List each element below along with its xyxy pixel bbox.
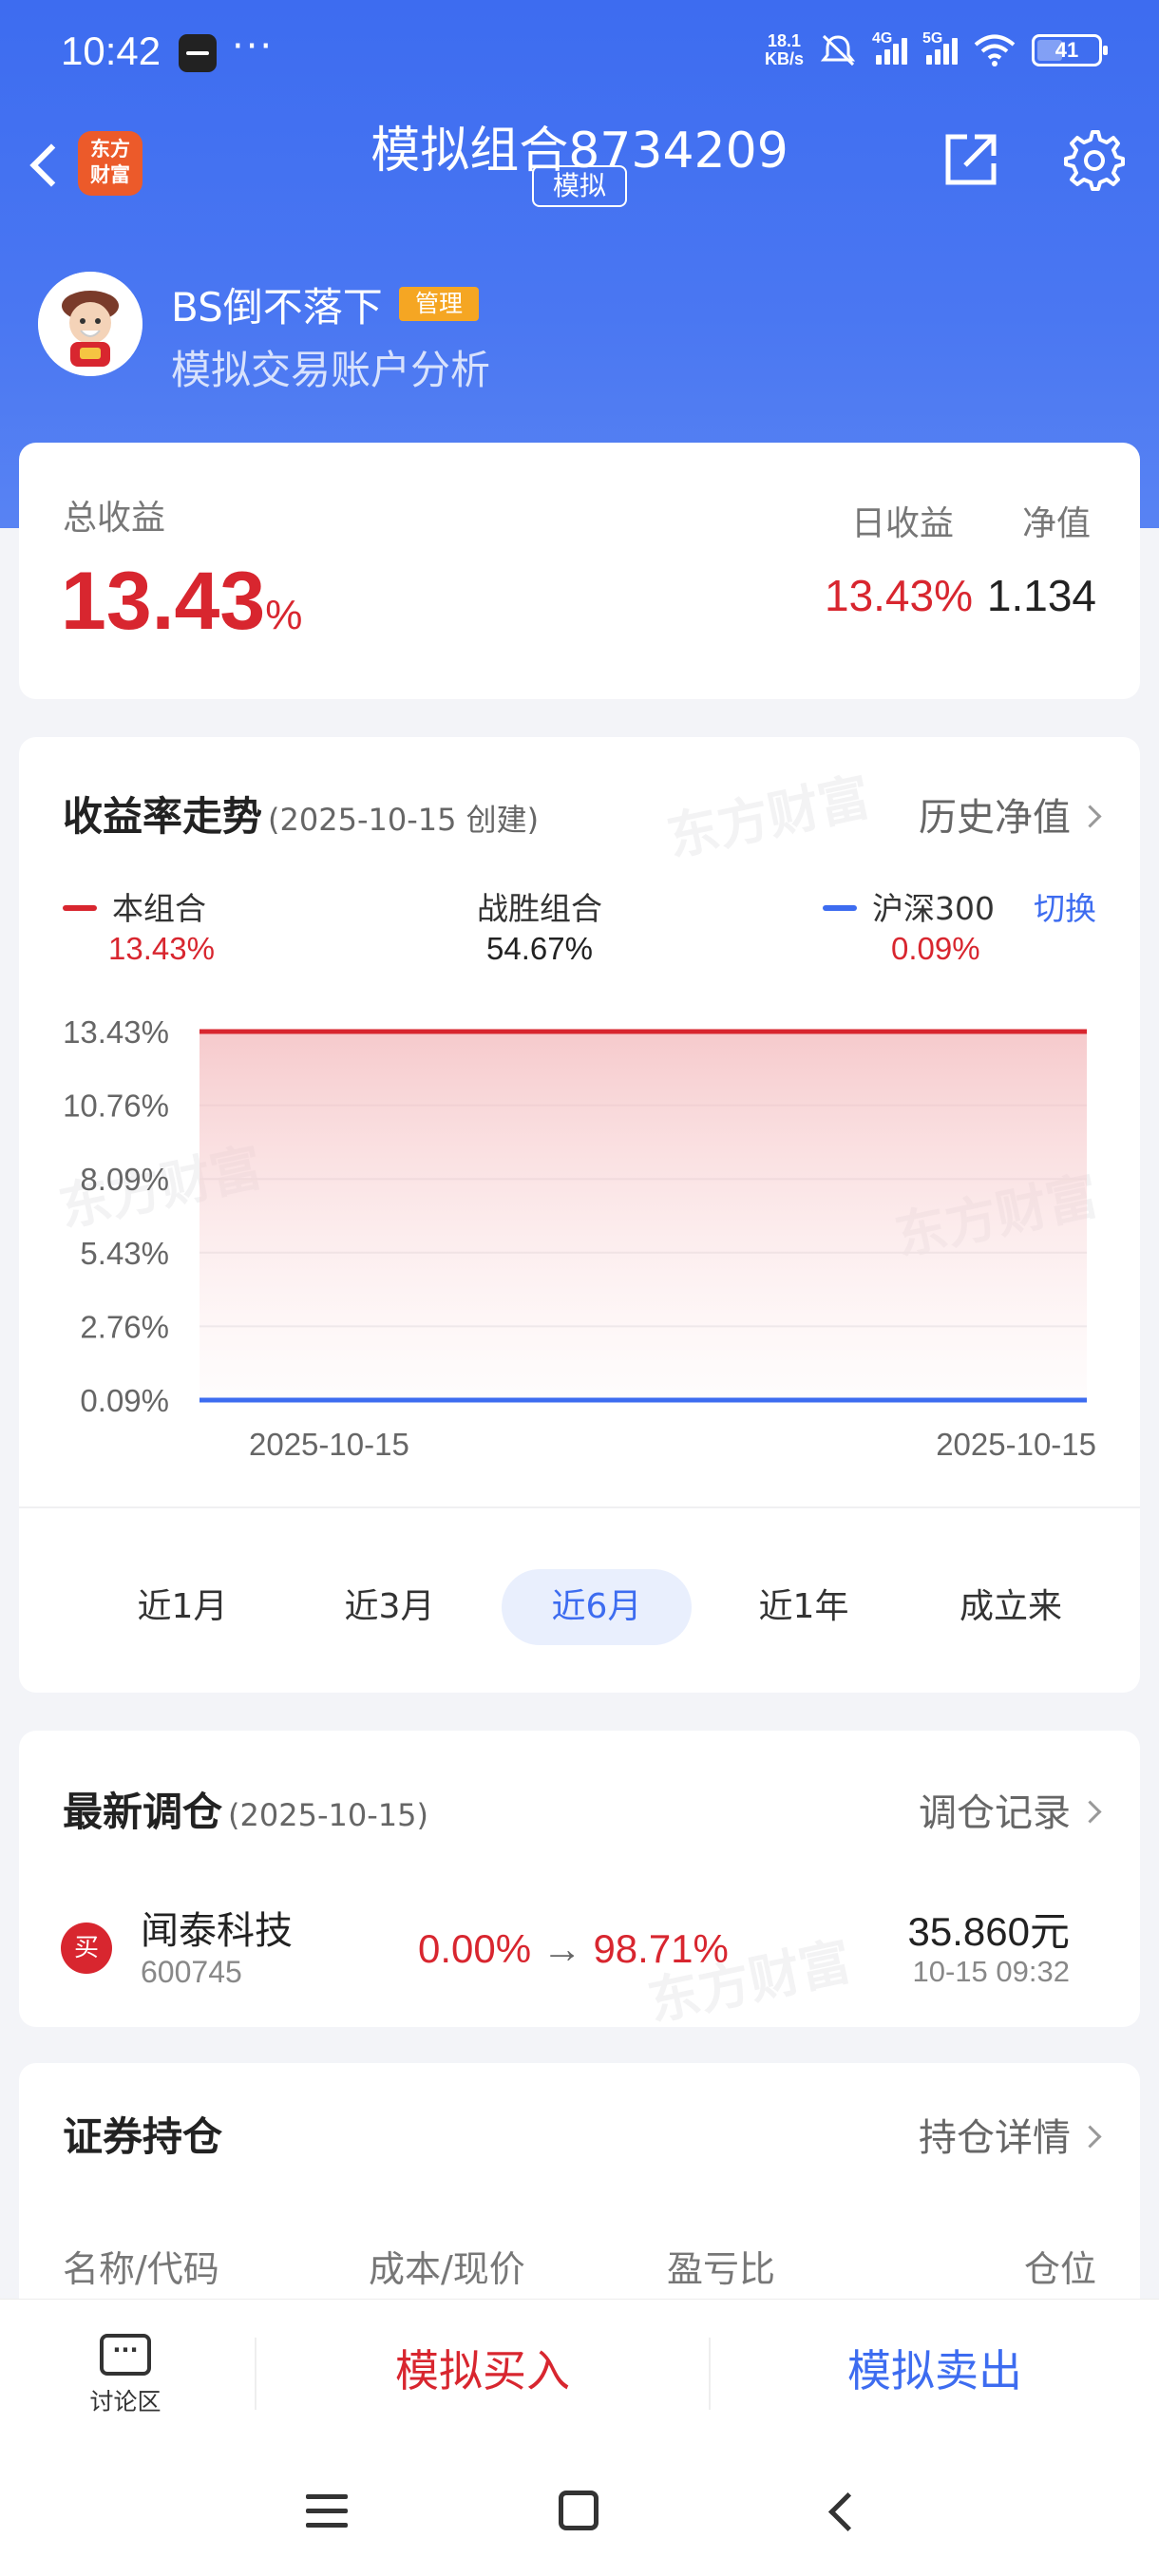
x-tick-label: 2025-10-15 xyxy=(936,1427,1096,1462)
column-cost-price: 成本/现价 xyxy=(369,2248,525,2290)
nav-bar: 东方 财富 模拟组合8734209 模拟 xyxy=(0,110,1159,234)
trend-title: 收益率走势 (2025-10-15 创建) xyxy=(63,793,540,840)
return-trend-card: 东方财富 东方财富 东方财富 收益率走势(2025-10-15 创建) 历史净值… xyxy=(19,737,1140,1693)
wifi-icon xyxy=(974,34,1016,66)
column-name-code: 名称/代码 xyxy=(63,2248,219,2290)
tab-6-months[interactable]: 近6月 xyxy=(502,1569,692,1645)
position-change: 0.00% → 98.71% xyxy=(418,1926,729,1971)
x-tick-label: 2025-10-15 xyxy=(249,1427,409,1462)
net-speed: 18.1 KB/s xyxy=(764,31,804,68)
rebalance-title: 最新调仓 (2025-10-15) xyxy=(63,1789,428,1835)
simulated-buy-button[interactable]: 模拟买入 xyxy=(256,2300,709,2442)
holdings-card: 证券持仓 持仓详情 名称/代码 成本/现价 盈亏比 仓位 xyxy=(19,2063,1140,2310)
system-nav-bar xyxy=(0,2441,1159,2576)
tab-3-months[interactable]: 近3月 xyxy=(294,1569,484,1645)
back-icon[interactable] xyxy=(823,2494,857,2529)
discussion-button[interactable]: 讨论区 xyxy=(59,2334,192,2429)
trend-created-date: (2025-10-15 创建) xyxy=(268,802,540,838)
y-tick-label: 2.76% xyxy=(80,1309,169,1344)
holdings-detail-link[interactable]: 持仓详情 xyxy=(919,2107,1098,2162)
battery-icon: 41 xyxy=(1032,34,1108,66)
trade-time: 10-15 09:32 xyxy=(912,1955,1070,1988)
admin-badge: 管理 xyxy=(399,287,479,321)
y-tick-label: 13.43% xyxy=(63,1014,169,1050)
summary-card: 总收益 13.43% 日收益 净值 13.43% 1.134 xyxy=(19,443,1140,699)
total-return-value: 13.43% xyxy=(61,556,303,647)
simulation-tag: 模拟 xyxy=(532,165,627,207)
user-subtitle: 模拟交易账户分析 xyxy=(171,347,491,393)
trade-row[interactable]: 买 闻泰科技 600745 0.00% → 98.71% 35.860元 10-… xyxy=(19,1890,1140,2004)
watermark: 东方财富 xyxy=(661,767,876,868)
portfolio-area xyxy=(200,1032,1087,1400)
holdings-title: 证券持仓 xyxy=(63,2113,223,2160)
bottom-action-bar: 讨论区 模拟买入 模拟卖出 xyxy=(0,2299,1159,2441)
daily-return-label: 日收益 xyxy=(850,504,954,543)
net-value-label: 净值 xyxy=(1021,504,1091,543)
y-tick-label: 0.09% xyxy=(80,1383,169,1418)
avatar-image xyxy=(38,272,142,376)
y-tick-label: 8.09% xyxy=(80,1162,169,1197)
y-tick-label: 5.43% xyxy=(80,1236,169,1271)
column-position: 仓位 xyxy=(1023,2248,1096,2290)
chat-icon xyxy=(100,2334,151,2376)
legend-csi300: 沪深300 xyxy=(823,883,995,929)
app-notification-icon xyxy=(179,34,217,72)
legend-beat-value: 54.67% xyxy=(486,931,593,966)
tab-since-inception[interactable]: 成立来 xyxy=(916,1569,1106,1645)
trade-price: 35.860元 xyxy=(907,1909,1070,1954)
latest-rebalance-card: 东方财富 最新调仓 (2025-10-15) 调仓记录 买 闻泰科技 600745… xyxy=(19,1731,1140,2033)
legend-csi300-value: 0.09% xyxy=(891,931,980,966)
rebalance-record-link[interactable]: 调仓记录 xyxy=(919,1782,1098,1837)
legend-portfolio-value: 13.43% xyxy=(108,931,215,966)
return-chart: 13.43% 10.76% 8.09% 5.43% 2.76% 0.09% 2025-10… xyxy=(63,1014,1096,1462)
user-info[interactable]: BS倒不落下 管理 模拟交易账户分析 xyxy=(38,268,1083,401)
total-return-label: 总收益 xyxy=(63,499,166,538)
gear-icon[interactable] xyxy=(1062,129,1127,194)
net-value: 1.134 xyxy=(986,571,1096,620)
signal-4g-icon: 4G xyxy=(872,30,907,65)
tab-1-month[interactable]: 近1月 xyxy=(87,1569,277,1645)
legend-portfolio: 本组合 xyxy=(63,883,206,929)
tab-1-year[interactable]: 近1年 xyxy=(709,1569,899,1645)
legend-beat: 战胜组合 xyxy=(477,890,602,927)
stock-code: 600745 xyxy=(141,1955,242,1989)
status-more: ··· xyxy=(232,25,275,68)
buy-badge: 买 xyxy=(61,1923,112,1974)
rebalance-date: (2025-10-15) xyxy=(228,1797,428,1833)
home-icon[interactable] xyxy=(559,2491,598,2530)
status-bar: 10:42 ··· 18.1 KB/s 4G 5G 41 xyxy=(0,0,1159,110)
menu-icon[interactable] xyxy=(306,2494,348,2529)
switch-benchmark-link[interactable]: 切换 xyxy=(1034,883,1096,929)
mute-icon xyxy=(820,34,856,66)
user-name: BS倒不落下 xyxy=(171,284,383,331)
range-tabs: 近1月 近3月 近6月 近1年 成立来 xyxy=(19,1506,1140,1693)
history-nav-link[interactable]: 历史净值 xyxy=(919,786,1098,842)
status-indicators: 18.1 KB/s 4G 5G 41 xyxy=(764,30,1108,68)
avatar[interactable] xyxy=(38,272,142,376)
y-tick-label: 10.76% xyxy=(63,1089,169,1124)
signal-5g-icon: 5G xyxy=(922,30,958,65)
stock-name: 闻泰科技 xyxy=(141,1909,293,1953)
status-time: 10:42 xyxy=(61,28,162,73)
daily-return-value: 13.43% xyxy=(824,571,973,620)
simulated-sell-button[interactable]: 模拟卖出 xyxy=(711,2300,1159,2442)
discussion-label: 讨论区 xyxy=(89,2388,162,2415)
share-icon[interactable] xyxy=(940,129,1001,190)
column-pnl-ratio: 盈亏比 xyxy=(667,2248,776,2290)
